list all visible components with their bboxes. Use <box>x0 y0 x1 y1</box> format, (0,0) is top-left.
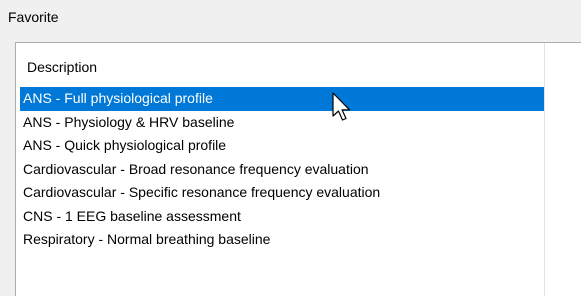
description-column-header[interactable]: Description <box>27 59 97 75</box>
list-header[interactable]: Description <box>16 43 581 87</box>
column-divider <box>544 43 545 296</box>
list-item[interactable]: ANS - Physiology & HRV baseline <box>20 111 544 135</box>
favorites-list[interactable]: Description ANS - Full physiological pro… <box>15 42 581 296</box>
list-rows: ANS - Full physiological profile ANS - P… <box>20 87 544 252</box>
list-item[interactable]: ANS - Full physiological profile <box>20 87 544 111</box>
favorite-group-title: Favorite <box>8 9 59 25</box>
list-item[interactable]: Cardiovascular - Broad resonance frequen… <box>20 158 544 182</box>
list-item[interactable]: CNS - 1 EEG baseline assessment <box>20 205 544 229</box>
favorite-panel: Favorite Description ANS - Full physiolo… <box>0 0 581 296</box>
list-item[interactable]: Cardiovascular - Specific resonance freq… <box>20 181 544 205</box>
list-item[interactable]: Respiratory - Normal breathing baseline <box>20 228 544 252</box>
list-item[interactable]: ANS - Quick physiological profile <box>20 134 544 158</box>
